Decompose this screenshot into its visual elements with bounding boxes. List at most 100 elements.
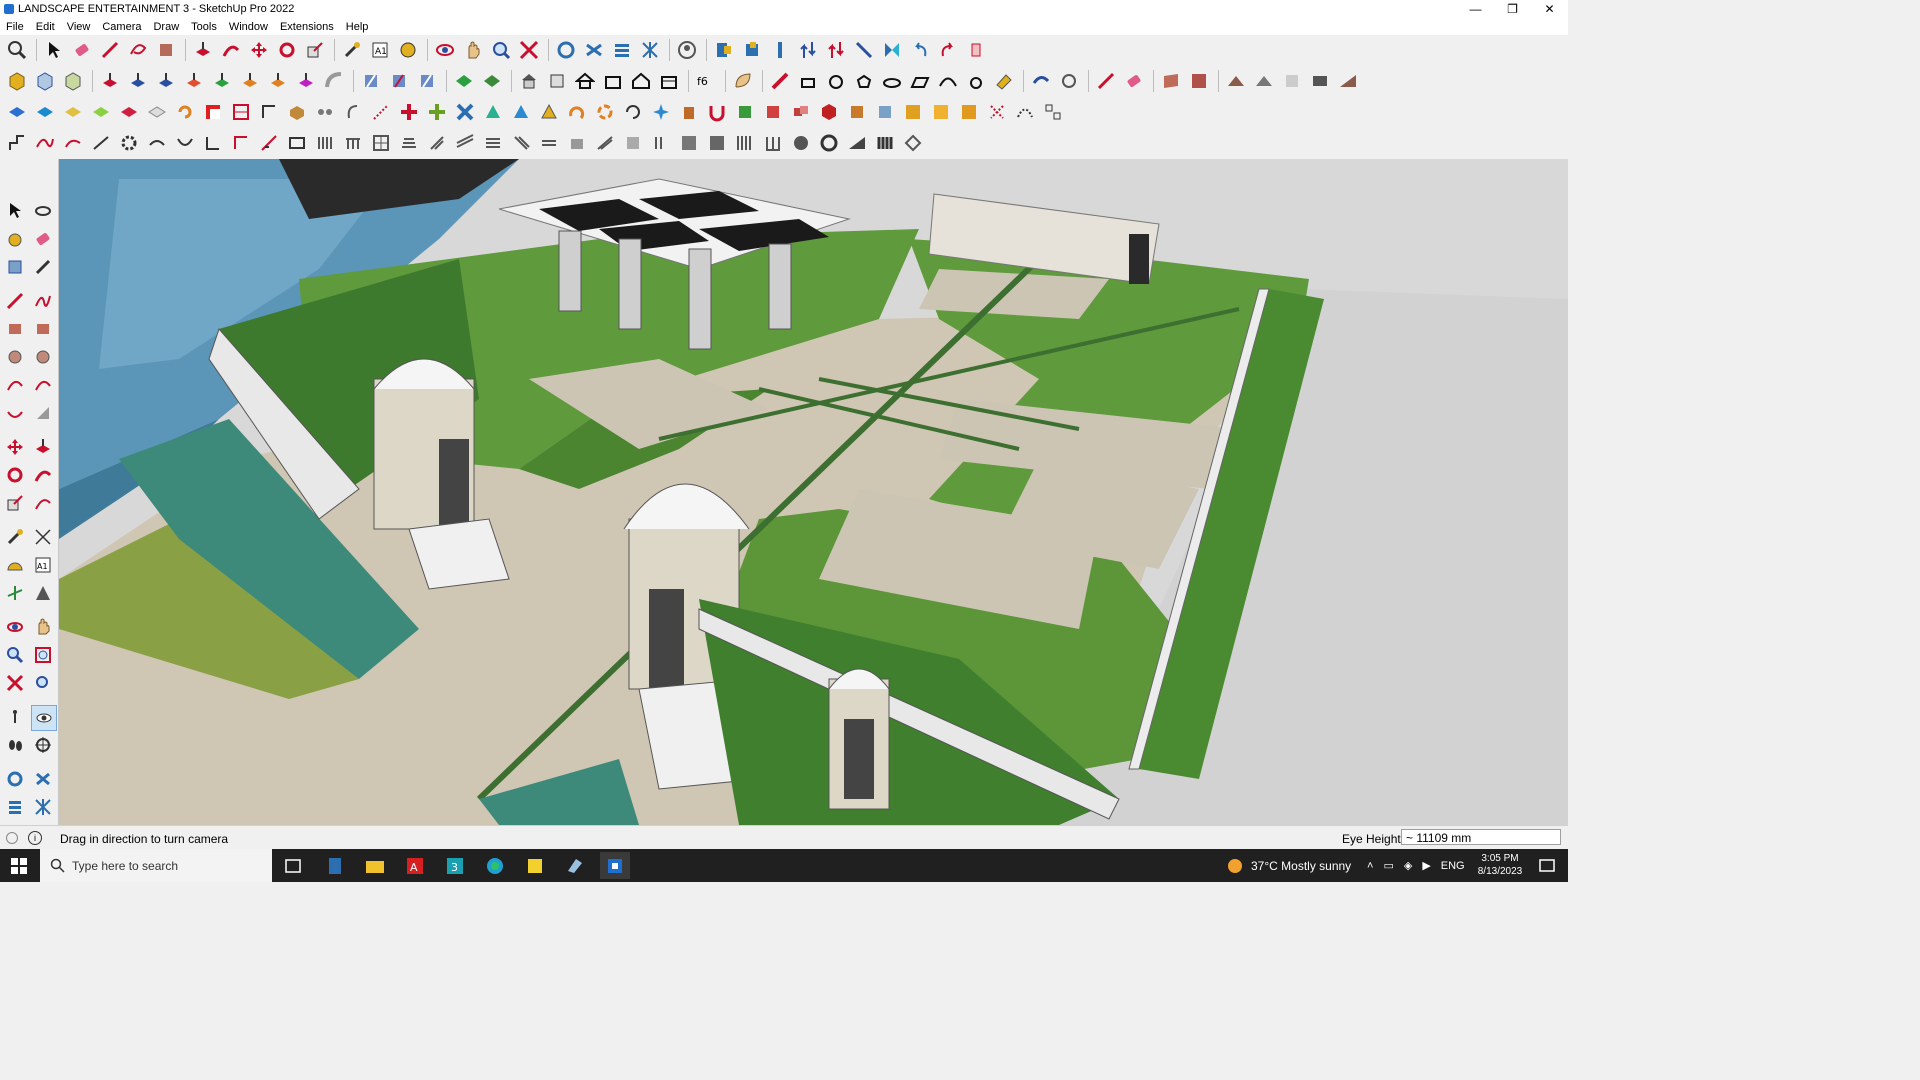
push-pull-tool-icon[interactable] [31, 435, 55, 459]
menu-tools[interactable]: Tools [185, 21, 223, 33]
frame-icon[interactable] [386, 68, 412, 94]
polygon-icon[interactable] [851, 68, 877, 94]
layer-icon[interactable] [60, 99, 86, 125]
zoom-extents-view-icon[interactable] [3, 671, 27, 695]
offset-tool-icon[interactable] [31, 491, 55, 515]
arrows-up-icon[interactable] [795, 37, 821, 63]
menu-camera[interactable]: Camera [96, 21, 147, 33]
green-arrow-icon[interactable] [479, 68, 505, 94]
circle-tool-icon[interactable] [3, 345, 27, 369]
gable-icon[interactable] [628, 68, 654, 94]
loop-icon[interactable] [172, 99, 198, 125]
rectangle-tool-icon[interactable] [3, 317, 27, 341]
fence-icon[interactable] [312, 130, 338, 156]
dimension-tool-icon[interactable] [31, 525, 55, 549]
component-tool-icon[interactable] [3, 255, 27, 279]
material-2-icon[interactable] [1186, 68, 1212, 94]
select-icon[interactable] [41, 37, 67, 63]
offset-curve-icon[interactable] [1028, 68, 1054, 94]
arc-tool-icon[interactable] [3, 373, 27, 397]
pan-view-icon[interactable] [31, 615, 55, 639]
solid-grid-icon[interactable] [844, 99, 870, 125]
layers-tool-icon[interactable] [3, 795, 27, 819]
edge-browser-icon[interactable] [480, 852, 510, 879]
tool-23-icon[interactable] [620, 130, 646, 156]
pan-icon[interactable] [460, 37, 486, 63]
extrude-icon[interactable] [97, 68, 123, 94]
pencil-icon[interactable] [97, 37, 123, 63]
calculator-icon[interactable] [320, 852, 350, 879]
house-icon[interactable] [516, 68, 542, 94]
arrows-red-icon[interactable] [823, 37, 849, 63]
green-plane-icon[interactable] [451, 68, 477, 94]
zoom-window-view-icon[interactable] [31, 643, 55, 667]
position-camera-icon[interactable] [3, 705, 27, 729]
ruler-icon[interactable] [767, 68, 793, 94]
model-viewport[interactable] [59, 159, 1568, 825]
redo-icon[interactable] [935, 37, 961, 63]
trim-icon[interactable] [88, 130, 114, 156]
move-tool-icon[interactable] [3, 435, 27, 459]
windows-start-icon[interactable] [4, 852, 34, 879]
axes-tool-icon[interactable] [3, 581, 27, 605]
tri-2-icon[interactable] [508, 99, 534, 125]
zoom-view-icon[interactable] [3, 643, 27, 667]
clock[interactable]: 3:05 PM 8/13/2023 [1472, 852, 1528, 878]
arrow-w-icon[interactable] [209, 68, 235, 94]
plus-icon[interactable] [396, 99, 422, 125]
grid-orange-2-icon[interactable] [928, 99, 954, 125]
terrain-1-icon[interactable] [1223, 68, 1249, 94]
walk-icon[interactable] [395, 37, 421, 63]
user-icon[interactable] [674, 37, 700, 63]
tool-21-icon[interactable] [564, 130, 590, 156]
plane-icon[interactable] [32, 99, 58, 125]
tool-18-icon[interactable] [480, 130, 506, 156]
twist-icon[interactable] [648, 99, 674, 125]
fillet-icon[interactable] [963, 68, 989, 94]
garage-icon[interactable] [656, 68, 682, 94]
tool-16-icon[interactable] [424, 130, 450, 156]
railing-icon[interactable] [340, 130, 366, 156]
tags-icon[interactable] [3, 767, 27, 791]
pink-eraser-icon[interactable] [1121, 68, 1147, 94]
notification-icon[interactable] [1532, 852, 1562, 879]
paint-bucket-icon[interactable] [3, 227, 27, 251]
orbit-view-icon[interactable] [3, 615, 27, 639]
sticky-notes-icon[interactable] [520, 852, 550, 879]
dotted-line-icon[interactable] [368, 99, 394, 125]
store-icon[interactable] [600, 68, 626, 94]
fillet-2-icon[interactable] [228, 130, 254, 156]
flip-icon[interactable] [767, 37, 793, 63]
mesh-icon[interactable] [732, 99, 758, 125]
arrow-ne-icon[interactable] [237, 68, 263, 94]
pie-tool-icon[interactable] [31, 401, 55, 425]
polygon-tool-icon[interactable] [31, 345, 55, 369]
orbit-tool-icon[interactable] [31, 199, 55, 223]
menu-window[interactable]: Window [223, 21, 274, 33]
chevron-up-icon[interactable]: ˄ [1367, 860, 1373, 872]
red-slab-icon[interactable] [116, 99, 142, 125]
tri-icon[interactable] [480, 99, 506, 125]
zoom-extents-icon[interactable] [516, 37, 542, 63]
tool-24-icon[interactable] [648, 130, 674, 156]
menu-extensions[interactable]: Extensions [274, 21, 340, 33]
tool-28-icon[interactable] [760, 130, 786, 156]
square-red-icon[interactable] [200, 99, 226, 125]
styles-icon[interactable] [581, 37, 607, 63]
undo-icon[interactable] [907, 37, 933, 63]
curve-tool-icon[interactable] [144, 130, 170, 156]
hook-icon[interactable] [340, 99, 366, 125]
battery-icon[interactable]: ▭ [1383, 859, 1393, 872]
walk-tool-icon[interactable] [3, 733, 27, 757]
parallelogram-icon[interactable] [907, 68, 933, 94]
eraser-icon[interactable] [69, 37, 95, 63]
hand-icon[interactable] [963, 37, 989, 63]
nodes-icon[interactable] [1040, 99, 1066, 125]
select-tool-icon[interactable] [3, 199, 27, 223]
arrow-f-icon[interactable] [293, 68, 319, 94]
wall-icon[interactable] [284, 130, 310, 156]
previous-view-icon[interactable] [31, 671, 55, 695]
scenes-tool-icon[interactable] [31, 795, 55, 819]
eraser-tool-icon[interactable] [31, 227, 55, 251]
file-explorer-icon[interactable] [360, 852, 390, 879]
